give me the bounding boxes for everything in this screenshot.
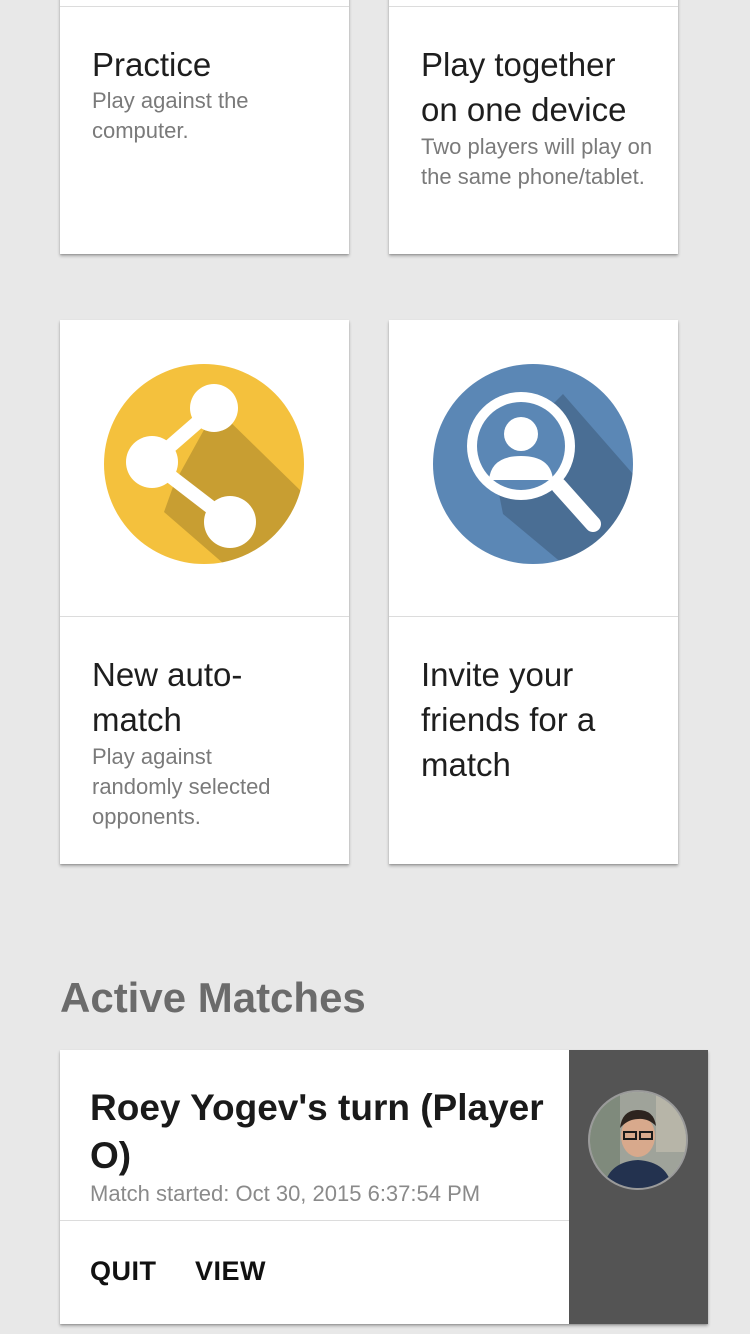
avatar bbox=[588, 1090, 688, 1190]
quit-button[interactable]: QUIT bbox=[90, 1254, 157, 1288]
person-search-icon bbox=[433, 364, 633, 564]
view-button[interactable]: VIEW bbox=[195, 1254, 266, 1288]
auto-match-card[interactable]: New auto-match Play against randomly sel… bbox=[60, 320, 349, 864]
card-divider bbox=[60, 616, 349, 617]
game-lobby-screen: Practice Play against the computer. Play… bbox=[0, 0, 750, 1334]
match-card: Roey Yogev's turn (Player O) Match start… bbox=[60, 1050, 708, 1324]
share-icon bbox=[104, 364, 304, 564]
invite-friends-title: Invite your friends for a match bbox=[421, 656, 596, 783]
active-matches-heading: Active Matches bbox=[60, 974, 366, 1021]
local-multiplayer-title: Play together on one device bbox=[421, 46, 627, 128]
practice-title: Practice bbox=[92, 46, 212, 83]
practice-subtitle: Play against the computer. bbox=[92, 88, 249, 143]
invite-friends-card[interactable]: Invite your friends for a match bbox=[389, 320, 678, 864]
match-opponent-panel bbox=[569, 1050, 708, 1324]
local-multiplayer-card[interactable]: Play together on one device Two players … bbox=[389, 0, 678, 254]
match-details[interactable]: Roey Yogev's turn (Player O) Match start… bbox=[60, 1050, 569, 1324]
auto-match-subtitle: Play against randomly selected opponents… bbox=[92, 744, 271, 829]
match-start-time: Match started: Oct 30, 2015 6:37:54 PM bbox=[90, 1181, 481, 1206]
card-divider bbox=[389, 616, 678, 617]
card-divider bbox=[60, 6, 349, 7]
local-multiplayer-subtitle: Two players will play on the same phone/… bbox=[421, 134, 653, 189]
practice-card[interactable]: Practice Play against the computer. bbox=[60, 0, 349, 254]
auto-match-title: New auto-match bbox=[92, 656, 243, 738]
match-turn-title: Roey Yogev's turn (Player O) bbox=[90, 1087, 544, 1176]
card-divider bbox=[389, 6, 678, 7]
match-divider bbox=[60, 1220, 569, 1221]
